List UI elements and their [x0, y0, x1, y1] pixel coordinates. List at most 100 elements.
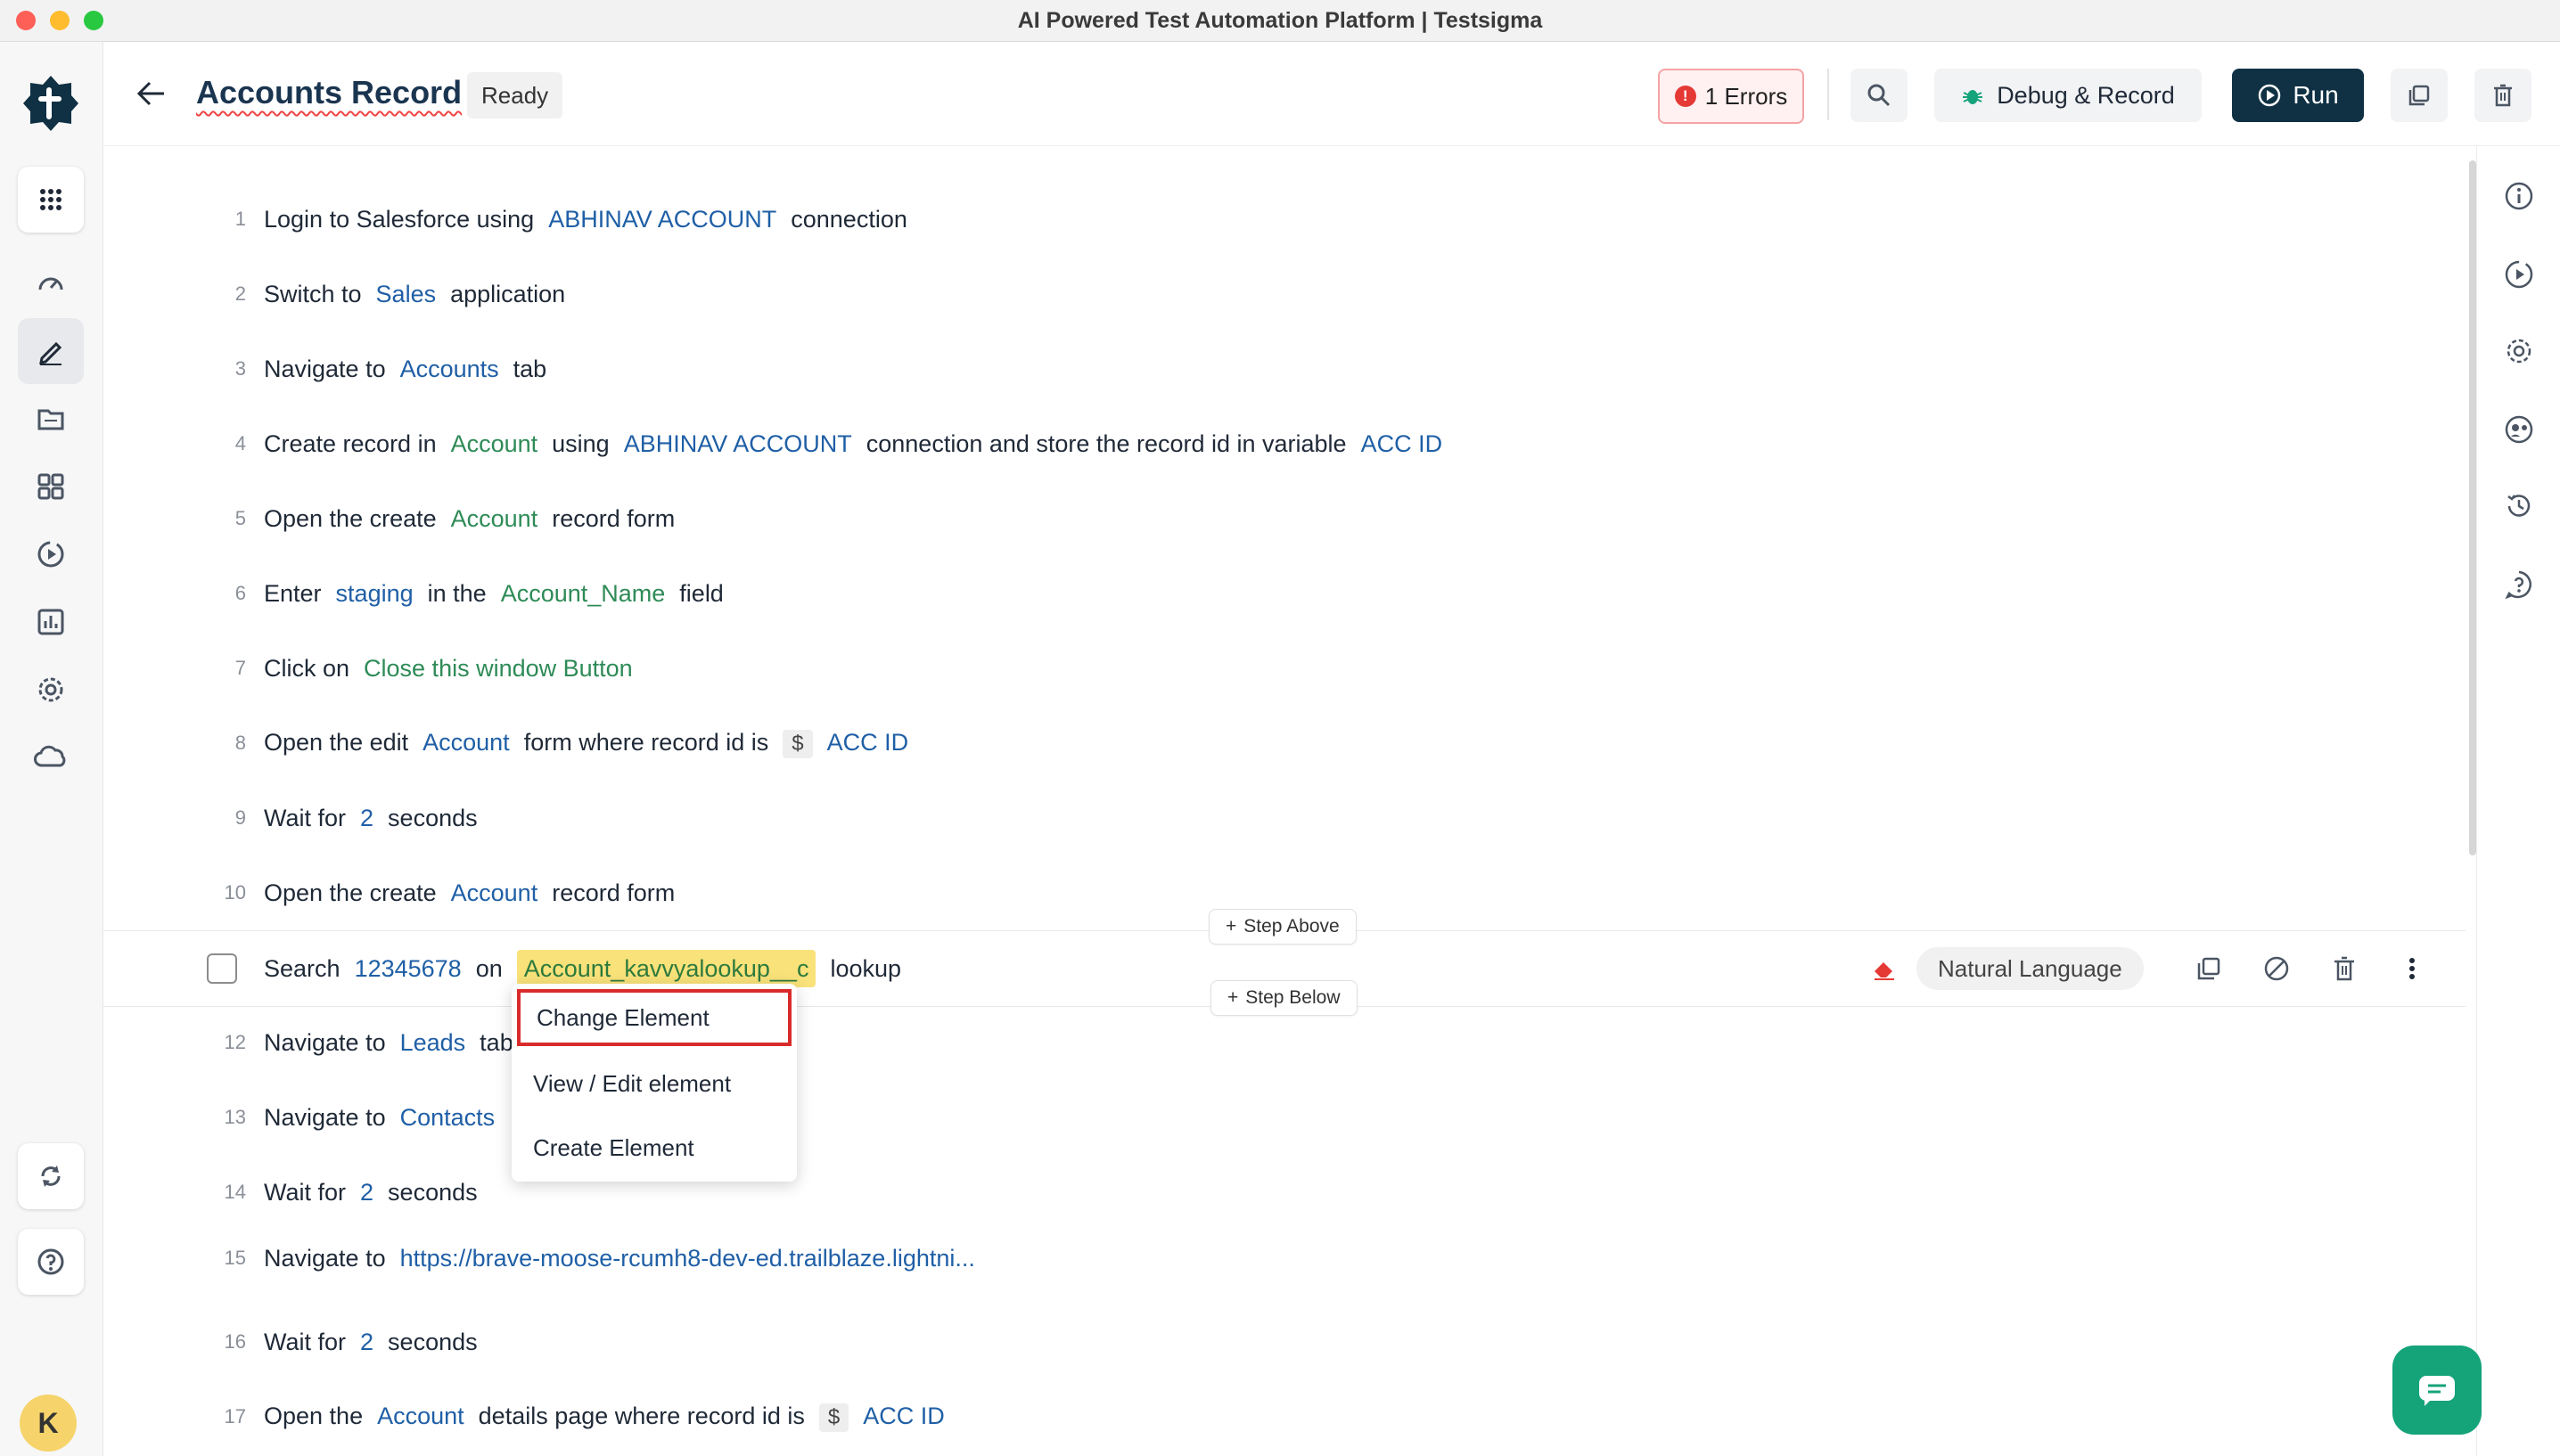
test-step[interactable]: 9 Wait for 2 seconds	[103, 781, 2466, 855]
nav-salesforce[interactable]	[18, 724, 84, 790]
menu-item-create-element[interactable]: Create Element	[512, 1116, 797, 1180]
natural-language-toggle[interactable]: Natural Language	[1916, 947, 2144, 990]
nav-reports[interactable]	[18, 589, 84, 655]
step-parameter[interactable]: 12345678	[355, 955, 462, 982]
step-element[interactable]: Account_Name	[501, 580, 666, 607]
run-button[interactable]: Run	[2232, 69, 2364, 122]
step-action-text: Wait for	[264, 804, 347, 831]
test-step[interactable]: 7 Click on Close this window Button	[103, 631, 2466, 706]
chat-support-button[interactable]	[2392, 1346, 2482, 1435]
test-step[interactable]: 12 Navigate to Leads tab	[103, 1005, 2466, 1080]
bug-icon	[1963, 90, 1983, 104]
menu-item-view-edit-element[interactable]: View / Edit element	[512, 1051, 797, 1116]
menu-item-change-element[interactable]: Change Element	[517, 989, 792, 1046]
debug-record-button[interactable]: Debug & Record	[1934, 69, 2202, 122]
test-step[interactable]: 1 Login to Salesforce using ABHINAV ACCOU…	[103, 182, 2466, 257]
step-parameter[interactable]: 2	[360, 1179, 373, 1206]
nav-test-data[interactable]	[18, 386, 84, 452]
step-parameter[interactable]: ABHINAV ACCOUNT	[624, 430, 852, 457]
nav-elements[interactable]	[18, 454, 84, 519]
search-button[interactable]	[1850, 69, 1908, 122]
step-parameter[interactable]: Account	[451, 879, 538, 906]
test-step[interactable]: 14 Wait for 2 seconds	[103, 1155, 2466, 1230]
minimize-window-button[interactable]	[50, 11, 70, 30]
steps-scrollbar[interactable]	[2469, 160, 2476, 855]
disable-icon	[2264, 956, 2289, 981]
help-bubble-icon	[2505, 570, 2531, 600]
step-url[interactable]: https://brave-moose-rcumh8-dev-ed.trailb…	[400, 1245, 975, 1272]
step-parameter[interactable]: Account	[377, 1403, 464, 1429]
add-step-above-button[interactable]: + Step Above	[1209, 909, 1357, 945]
test-step[interactable]: 16 Wait for 2 seconds	[103, 1305, 2466, 1379]
testsigma-logo[interactable]	[18, 70, 84, 136]
sync-icon	[41, 1166, 61, 1187]
back-button[interactable]	[134, 76, 169, 116]
step-parameter[interactable]: Account	[423, 729, 510, 756]
step-action-text: tab	[480, 1028, 513, 1056]
test-step[interactable]: 3 Navigate to Accounts tab	[103, 331, 2466, 406]
step-element[interactable]: Account	[451, 505, 538, 532]
step-text: Navigate to https://brave-moose-rcumh8-de…	[264, 1245, 989, 1272]
step-number: 17	[224, 1405, 246, 1427]
test-step[interactable]: 17 Open the Account details page where rec…	[103, 1379, 2466, 1454]
step-element[interactable]: Close this window Button	[364, 655, 633, 682]
maximize-window-button[interactable]	[84, 11, 103, 30]
test-settings-button[interactable]	[2503, 335, 2535, 367]
step-parameter[interactable]: 2	[360, 805, 373, 831]
step-number: 3	[234, 357, 246, 380]
nav-dashboard[interactable]	[18, 250, 84, 316]
more-options-button[interactable]	[2394, 951, 2430, 986]
errors-button[interactable]: ! 1 Errors	[1658, 69, 1804, 124]
variable-badge: $	[783, 729, 813, 758]
sync-button[interactable]	[18, 1143, 84, 1209]
test-step[interactable]: 15 Navigate to https://brave-moose-rcumh8…	[103, 1221, 2466, 1296]
step-text: Navigate to Contacts	[264, 1104, 509, 1132]
nav-test-cases[interactable]	[18, 318, 84, 384]
delete-test-button[interactable]	[2474, 69, 2531, 122]
test-step[interactable]: 2 Switch to Sales application	[103, 257, 2466, 331]
step-parameter[interactable]: Accounts	[400, 356, 499, 382]
test-step[interactable]: 4 Create record in Account using ABHINAV AC…	[103, 406, 2466, 481]
step-action-text: details page where record id is	[478, 1402, 805, 1429]
eraser-icon	[1875, 962, 1894, 980]
step-parameter[interactable]: Sales	[376, 281, 437, 307]
info-button[interactable]	[2503, 180, 2535, 212]
step-parameter[interactable]: Contacts	[400, 1104, 496, 1131]
step-element[interactable]: Account	[451, 430, 538, 457]
step-parameter[interactable]: ABHINAV ACCOUNT	[548, 206, 776, 233]
test-step[interactable]: 6 Enter staging in the Account_Name field	[103, 556, 2466, 631]
step-variable[interactable]: ACC ID	[827, 729, 909, 756]
nav-runs[interactable]	[18, 521, 84, 587]
step-variable[interactable]: ACC ID	[1361, 430, 1443, 457]
apps-grid-button[interactable]	[18, 167, 84, 233]
step-parameter[interactable]: 2	[360, 1329, 373, 1355]
help-button[interactable]	[18, 1229, 84, 1295]
history-button[interactable]	[2503, 490, 2535, 522]
test-step[interactable]: 8 Open the edit Account form where record …	[103, 706, 2466, 781]
step-checkbox[interactable]	[207, 953, 237, 984]
user-avatar[interactable]: K	[20, 1395, 77, 1452]
nav-settings[interactable]	[18, 657, 84, 723]
step-parameter[interactable]: Leads	[400, 1029, 466, 1056]
delete-step-button[interactable]	[2326, 951, 2362, 986]
step-action-text: lookup	[830, 954, 902, 982]
help-icon	[37, 1248, 64, 1275]
copy-test-button[interactable]	[2391, 69, 2448, 122]
test-step[interactable]: 5 Open the create Account record form	[103, 481, 2466, 556]
step-variable[interactable]: ACC ID	[863, 1403, 945, 1429]
disable-step-button[interactable]	[2259, 951, 2294, 986]
copy-icon	[2197, 957, 2220, 980]
page-title[interactable]: Accounts Record	[196, 74, 462, 111]
run-history-button[interactable]	[2503, 258, 2535, 290]
eraser-button[interactable]	[1867, 951, 1902, 986]
copy-step-button[interactable]	[2191, 951, 2227, 986]
step-parameter[interactable]: staging	[336, 580, 414, 607]
data-profile-button[interactable]	[2503, 413, 2535, 446]
step-action-text: Navigate to	[264, 1028, 386, 1056]
step-action-text: Create record in	[264, 429, 437, 457]
test-step[interactable]: 13 Navigate to Contacts	[103, 1080, 2466, 1155]
step-element-highlighted[interactable]: Account_kavvyalookup__c	[516, 949, 816, 987]
folder-icon	[37, 409, 64, 430]
help-panel-button[interactable]	[2503, 568, 2535, 601]
close-window-button[interactable]	[16, 11, 36, 30]
